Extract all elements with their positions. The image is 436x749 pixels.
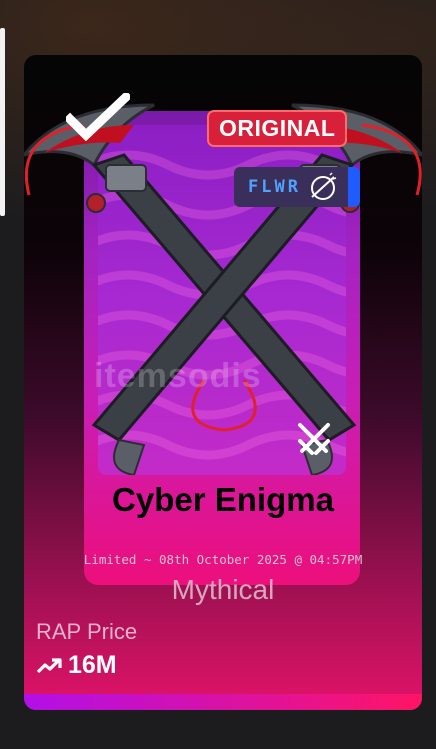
flwr-badge-label: FLWR	[248, 177, 301, 197]
item-card[interactable]: ORIGINAL FLWR itemsodis Cyber Enigma Lim…	[24, 55, 422, 710]
itemsodis-watermark: itemsodis	[94, 357, 262, 395]
original-badge: ORIGINAL	[207, 110, 348, 147]
flwr-icon	[311, 172, 337, 200]
item-name: Cyber Enigma	[112, 481, 334, 518]
limited-date-line: Limited ~ 08th October 2025 @ 04:57PM	[83, 552, 363, 567]
rarity-label: Mythical	[171, 574, 275, 605]
rap-price-row: 16M	[36, 651, 117, 680]
check-icon	[66, 93, 130, 141]
card-bottom-bar	[24, 694, 422, 710]
crossed-swords-icon	[298, 423, 330, 455]
cyber-enigma-scythes-image	[24, 103, 422, 475]
trending-up-icon	[36, 657, 62, 673]
scroll-indicator[interactable]	[0, 28, 5, 216]
rap-price-value: 16M	[68, 651, 117, 679]
rap-price-label: RAP Price	[36, 619, 138, 644]
flwr-badge: FLWR	[234, 167, 360, 207]
